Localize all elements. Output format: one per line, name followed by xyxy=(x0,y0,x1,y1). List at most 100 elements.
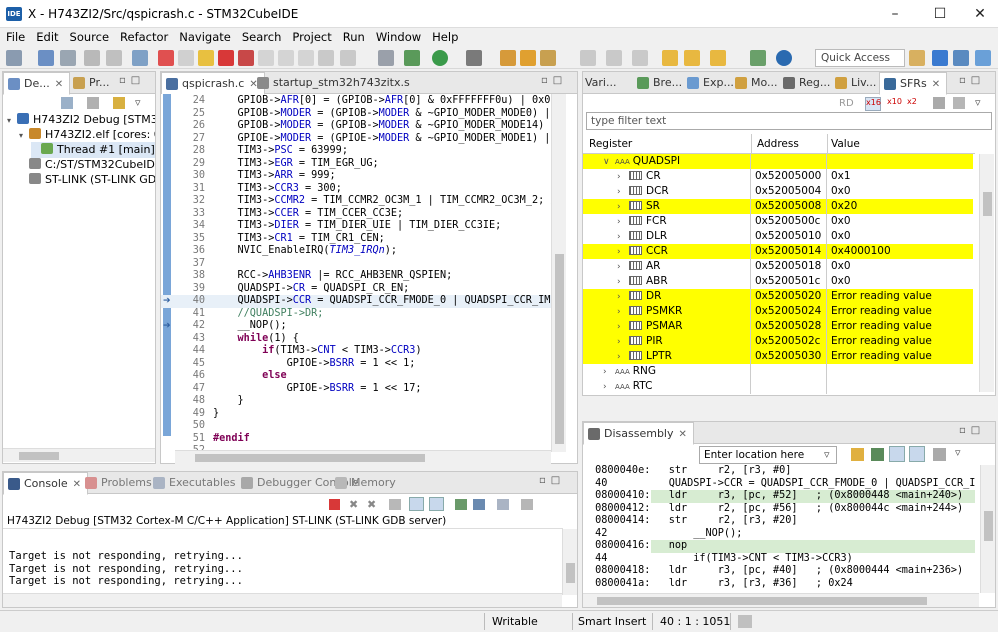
tab-modules[interactable]: Mo... xyxy=(731,72,784,94)
code-line[interactable]: 35 TIM3->CR1 = TIM_CR1_CEN; xyxy=(161,233,551,246)
disasm-line[interactable]: 42 __NOP(); xyxy=(583,528,973,541)
debug-tree-item[interactable]: ▾ H743ZI2 Debug [STM32 Cortex xyxy=(7,112,155,128)
menu-help[interactable]: Help xyxy=(426,28,463,44)
disasm-line[interactable]: 0800040e: str r2, [r3, #0] xyxy=(583,465,973,478)
minimize-button[interactable]: – xyxy=(880,4,910,24)
code-line[interactable]: 27 GPIOE->MODER = (GPIOE->MODER & ~GPIO_… xyxy=(161,133,561,146)
filter-input[interactable]: type filter text xyxy=(586,112,992,130)
sfr-v-scrollbar[interactable] xyxy=(979,154,994,392)
read-button[interactable]: RD xyxy=(839,98,854,109)
cpp-perspective-icon[interactable] xyxy=(953,50,969,66)
terminate-icon[interactable] xyxy=(218,50,234,66)
disasm-line[interactable]: 44 if(TIM3->CNT < TIM3->CCR3) xyxy=(583,553,973,566)
configure-icon[interactable] xyxy=(933,97,945,109)
expander-icon[interactable]: › xyxy=(617,290,629,305)
close-icon[interactable]: ✕ xyxy=(679,429,687,440)
info-icon[interactable] xyxy=(776,50,792,66)
sfr-row[interactable]: › CCR 0x52005014 0x4000100 xyxy=(583,244,973,259)
expander-icon[interactable]: › xyxy=(617,200,629,215)
back-icon[interactable] xyxy=(684,50,700,66)
remove-all-icon[interactable]: ✖ xyxy=(367,498,376,511)
expander-icon[interactable]: › xyxy=(617,275,629,290)
debug-h-scrollbar[interactable] xyxy=(3,448,155,462)
expander-icon[interactable]: › xyxy=(617,170,629,185)
tab-executables[interactable]: Executables xyxy=(149,472,242,494)
sfr-row[interactable]: › LPTR 0x52005030 Error reading value xyxy=(583,349,973,364)
sfr-row[interactable]: › PSMAR 0x52005028 Error reading value xyxy=(583,319,973,334)
debug-tree-item[interactable]: Thread #1 [main] 1 [ xyxy=(31,142,155,158)
code-line[interactable]: 25 GPIOB->MODER = (GPIOB->MODER & ~GPIO_… xyxy=(161,108,561,121)
remove-terminated-icon[interactable] xyxy=(87,97,99,109)
sfr-row[interactable]: › CR 0x52005000 0x1 xyxy=(583,169,973,184)
expander-icon[interactable]: › xyxy=(603,365,615,380)
close-icon[interactable]: ✕ xyxy=(73,479,81,490)
step-into-icon[interactable] xyxy=(258,50,274,66)
tab-qspicrash-c[interactable]: qspicrash.c ✕ xyxy=(161,72,265,95)
menu-navigate[interactable]: Navigate xyxy=(173,28,236,44)
tab-project-explorer[interactable]: Pr... xyxy=(69,72,115,94)
console-output[interactable]: Target is not responding, retrying... Tar… xyxy=(3,550,563,594)
code-line[interactable]: 33 TIM3->CCER = TIM_CCER_CC3E; xyxy=(161,208,551,221)
remove-launch-icon[interactable]: ✖ xyxy=(349,498,358,511)
instruction-stepping-icon[interactable] xyxy=(318,50,334,66)
view-minmax-icons[interactable]: ▫□ xyxy=(539,475,565,486)
sfr-row[interactable]: › DLR 0x52005010 0x0 xyxy=(583,229,973,244)
sfr-row[interactable]: › AAA RTC xyxy=(583,379,973,394)
sfr-row[interactable]: › DCR 0x52005004 0x0 xyxy=(583,184,973,199)
run-icon[interactable] xyxy=(432,50,448,66)
sfr-row[interactable]: › AAA RNG xyxy=(583,364,973,379)
collapse-all-icon[interactable] xyxy=(61,97,73,109)
link-with-pc-icon[interactable] xyxy=(889,446,905,462)
code-line[interactable]: 50 xyxy=(161,420,551,433)
maximize-button[interactable]: ☐ xyxy=(925,4,955,24)
tab-breakpoints[interactable]: Bre... xyxy=(633,72,688,94)
code-line[interactable]: 39 QUADSPI->CR = QUADSPI_CR_EN; xyxy=(161,283,551,296)
debug-tree-item[interactable]: C:/ST/STM32CubeIDE_1 xyxy=(19,157,155,173)
editor-h-scrollbar[interactable] xyxy=(175,450,551,464)
sfr-row[interactable]: › ABR 0x5200501c 0x0 xyxy=(583,274,973,289)
search-icon[interactable] xyxy=(540,50,556,66)
code-area[interactable]: 24 GPIOB->AFR[0] = (GPIOB->AFR[0] & 0xFF… xyxy=(161,95,561,450)
bin-format-icon[interactable]: x2 xyxy=(907,97,917,106)
resume-icon[interactable] xyxy=(178,50,194,66)
cubemx-perspective-icon[interactable] xyxy=(932,50,948,66)
expander-icon[interactable]: › xyxy=(617,320,629,335)
clear-console-icon[interactable] xyxy=(389,499,401,510)
code-line[interactable]: 30 TIM3->ARR = 999; xyxy=(161,170,551,183)
hex-format-icon[interactable]: x16 xyxy=(865,97,881,111)
menu-search[interactable]: Search xyxy=(236,28,287,44)
disasm-code[interactable]: 0800040e: str r2, [r3, #0] 40 QUADSPI->C… xyxy=(583,465,979,593)
code-line[interactable]: 36 NVIC_EnableIRQ(TIM3_IRQn); xyxy=(161,245,551,258)
expander-icon[interactable]: › xyxy=(603,380,615,394)
expander-icon[interactable]: ▾ xyxy=(7,113,17,129)
disasm-line[interactable]: 08000418: ldr r3, [pc, #40] ; (0x8000444… xyxy=(583,565,973,578)
code-line[interactable]: 51 #endif xyxy=(161,433,551,446)
pin-console-icon[interactable] xyxy=(455,499,467,510)
pin-editor-icon[interactable] xyxy=(750,50,766,66)
view-menu-icon[interactable]: ▿ xyxy=(955,446,961,459)
view-minmax-icons[interactable]: ▫□ xyxy=(541,75,567,86)
open-console-icon[interactable] xyxy=(497,499,509,510)
code-line[interactable]: 46 else xyxy=(161,370,551,383)
expander-icon[interactable]: › xyxy=(617,185,629,200)
pin-icon[interactable] xyxy=(933,448,946,461)
tab-disassembly[interactable]: Disassembly ✕ xyxy=(583,422,694,445)
sfr-row[interactable]: › PIR 0x5200502c Error reading value xyxy=(583,334,973,349)
sfr-row[interactable]: › AR 0x52005018 0x0 xyxy=(583,259,973,274)
save-all-icon[interactable] xyxy=(60,50,76,66)
code-line[interactable]: 47 GPIOE->BSRR = 1 << 17; xyxy=(161,383,551,396)
console-v-scrollbar[interactable] xyxy=(562,529,577,595)
toggle-mark-icon[interactable] xyxy=(580,50,596,66)
external-tools-icon[interactable] xyxy=(466,50,482,66)
open-perspective-icon[interactable] xyxy=(909,50,925,66)
debug-perspective-icon[interactable] xyxy=(975,50,991,66)
last-edit-location-icon[interactable] xyxy=(662,50,678,66)
code-line[interactable]: 31 TIM3->CCR3 = 300; xyxy=(161,183,551,196)
code-line[interactable]: 42 __NOP(); xyxy=(161,320,551,333)
debug-tree-item[interactable]: ▾ H743ZI2.elf [cores: 0] xyxy=(19,127,155,143)
code-line[interactable]: 44 if(TIM3->CNT < TIM3->CCR3) xyxy=(161,345,551,358)
expander-icon[interactable]: › xyxy=(617,335,629,350)
disconnect-icon[interactable] xyxy=(238,50,254,66)
dec-format-icon[interactable]: x10 xyxy=(887,97,902,106)
step-filters-icon[interactable] xyxy=(113,97,125,109)
